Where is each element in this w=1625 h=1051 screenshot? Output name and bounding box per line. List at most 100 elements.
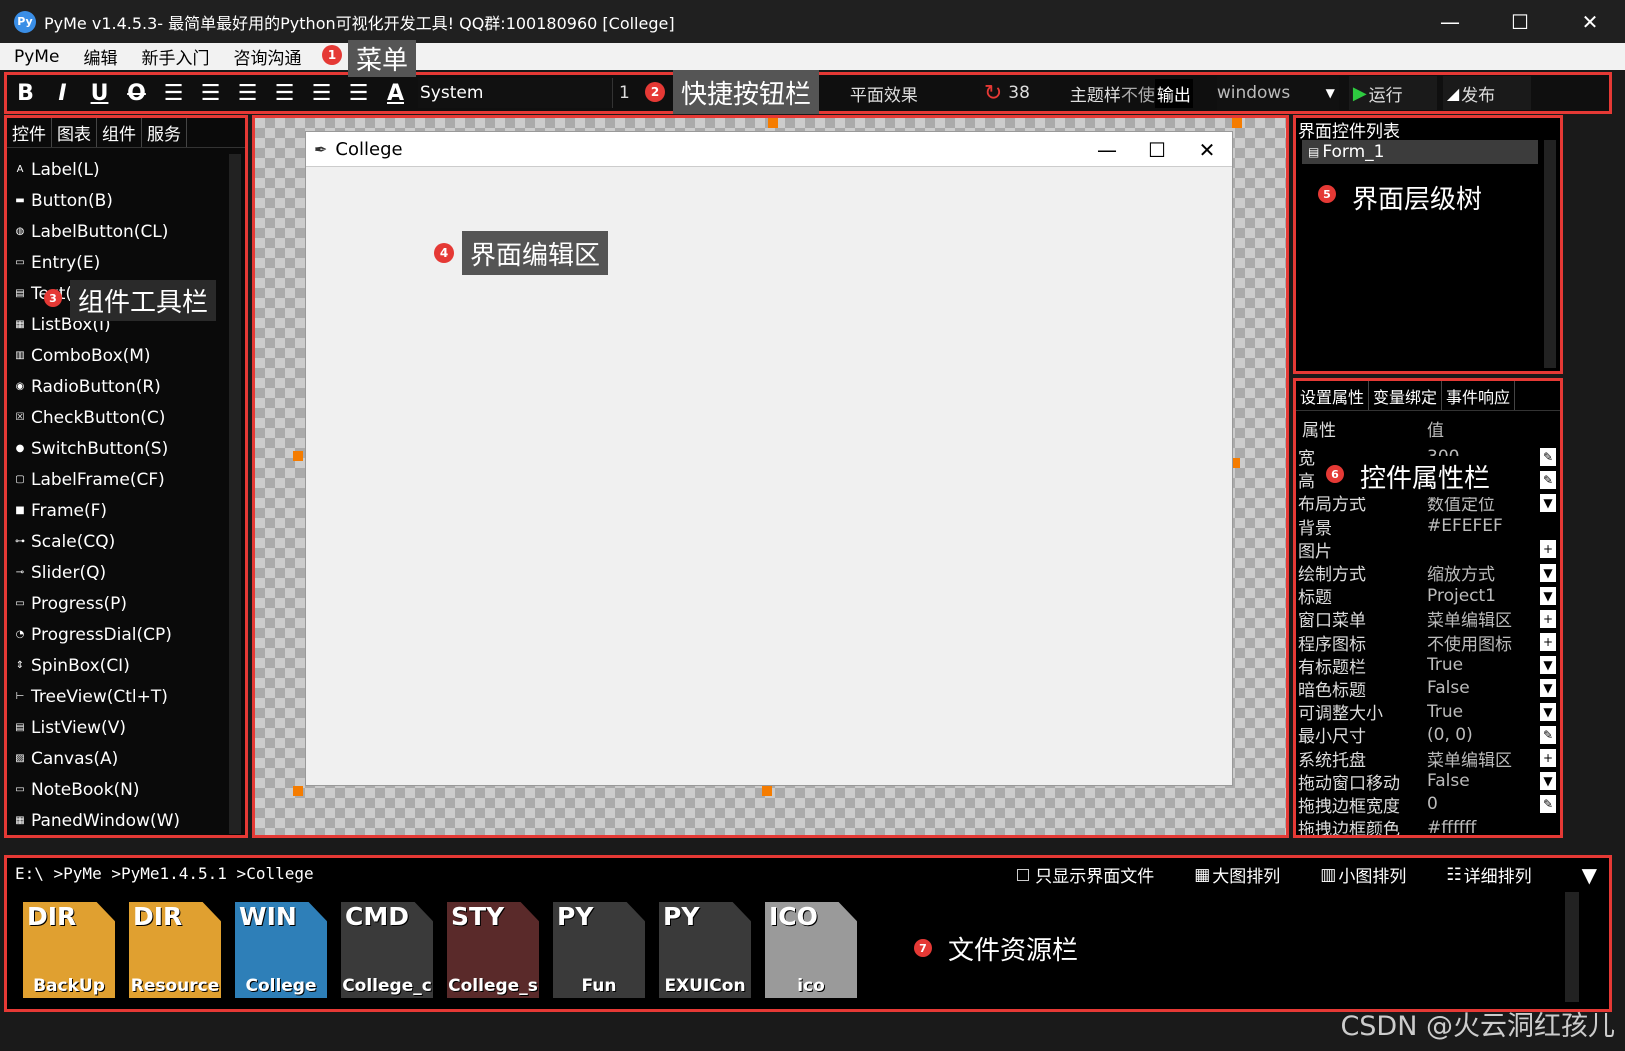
widget-item[interactable]: ⊶ Scale(CQ) xyxy=(7,526,245,557)
close-button[interactable]: ✕ xyxy=(1555,0,1625,43)
widget-item[interactable]: ▥ ComboBox(M) xyxy=(7,340,245,371)
widget-item[interactable]: ◔ ProgressDial(CP) xyxy=(7,619,245,650)
property-edit-button[interactable]: ✎ xyxy=(1540,447,1556,466)
property-edit-button[interactable]: + xyxy=(1540,540,1556,559)
file-tile[interactable]: WIN College xyxy=(235,902,327,998)
property-row[interactable]: 拖动窗口移动 False ▼ xyxy=(1296,770,1560,794)
property-edit-button[interactable]: ▼ xyxy=(1540,772,1556,791)
property-row[interactable]: 标题 Project1 ▼ xyxy=(1296,584,1560,608)
property-edit-button[interactable]: ✎ xyxy=(1540,795,1556,814)
property-row[interactable]: 绘制方式 缩放方式 ▼ xyxy=(1296,561,1560,585)
widget-item[interactable]: ▦ PanedWindow(W) xyxy=(7,805,245,836)
property-value[interactable]: (0, 0) xyxy=(1427,725,1537,745)
platform-select[interactable]: windows ▼ xyxy=(1216,76,1339,110)
small-icons-button[interactable]: ▥ 小图排列 xyxy=(1320,862,1406,888)
resize-handle-top[interactable] xyxy=(768,118,778,128)
run-button[interactable]: ▶ 运行 xyxy=(1348,76,1437,110)
resize-handle-top-right[interactable] xyxy=(1232,118,1242,128)
publish-button[interactable]: ◢ 发布 xyxy=(1442,76,1531,110)
form-window[interactable]: ✒ College — ☐ ✕ xyxy=(305,131,1233,786)
align-left-icon[interactable]: ☰ xyxy=(155,75,192,111)
file-tile[interactable]: PY EXUICon xyxy=(659,902,751,998)
property-edit-button[interactable]: ▼ xyxy=(1540,493,1556,512)
maximize-button[interactable]: ☐ xyxy=(1485,0,1555,43)
property-value[interactable]: 不使用图标 xyxy=(1427,630,1537,655)
theme-select[interactable]: 不使 xyxy=(1121,81,1155,106)
property-row[interactable]: 程序图标 不使用图标 + xyxy=(1296,630,1560,655)
resize-handle-bottom[interactable] xyxy=(762,786,772,796)
resize-handle-left[interactable] xyxy=(293,451,303,461)
font-family-select[interactable]: System xyxy=(418,78,613,108)
property-row[interactable]: 暗色标题 False ▼ xyxy=(1296,677,1560,701)
collapse-chevron-icon[interactable]: ▼ xyxy=(1582,863,1597,887)
menu-item-consult[interactable]: 咨询沟通 xyxy=(223,44,311,69)
widget-item[interactable]: ☒ CheckButton(C) xyxy=(7,402,245,433)
design-canvas[interactable]: ✒ College — ☐ ✕ xyxy=(252,115,1289,838)
effect-select[interactable]: 平面效果 xyxy=(850,81,960,106)
widget-item[interactable]: ◍ LabelButton(CL) xyxy=(7,216,245,247)
resize-handle-bottom-left[interactable] xyxy=(293,786,303,796)
widget-item[interactable]: ▨ Canvas(A) xyxy=(7,743,245,774)
widget-item[interactable]: ▭ NoteBook(N) xyxy=(7,774,245,805)
size-spinner[interactable]: ↻ 38 xyxy=(979,76,1050,110)
widget-item[interactable]: ● SwitchButton(S) xyxy=(7,433,245,464)
widget-item[interactable]: ▢ LabelFrame(CF) xyxy=(7,464,245,495)
file-tile[interactable]: DIR BackUp xyxy=(23,902,115,998)
italic-icon[interactable]: I xyxy=(44,75,81,111)
underline-icon[interactable]: U xyxy=(81,75,118,111)
widget-item[interactable]: A Label(L) xyxy=(7,154,245,185)
widget-item[interactable]: ▤ ListView(V) xyxy=(7,712,245,743)
property-row[interactable]: 拖拽边框宽度 0 ✎ xyxy=(1296,793,1560,817)
property-value[interactable]: 菜单编辑区 xyxy=(1427,606,1537,631)
widget-item[interactable]: ■ Frame(F) xyxy=(7,495,245,526)
bold-icon[interactable]: B xyxy=(7,75,44,111)
tab-components[interactable]: 组件 xyxy=(97,118,142,147)
align-right-icon[interactable]: ☰ xyxy=(229,75,266,111)
property-row[interactable]: 可调整大小 True ▼ xyxy=(1296,700,1560,724)
tree-scrollbar[interactable] xyxy=(1544,140,1556,368)
file-tile[interactable]: PY Fun xyxy=(553,902,645,998)
file-tile[interactable]: STY College_s xyxy=(447,902,539,998)
property-edit-button[interactable]: ▼ xyxy=(1540,702,1556,721)
property-row[interactable]: 有标题栏 True ▼ xyxy=(1296,654,1560,678)
menu-item-beginner[interactable]: 新手入门 xyxy=(131,44,219,69)
property-value[interactable]: True xyxy=(1427,702,1537,722)
property-row[interactable]: 拖拽边框颜色 #ffffff xyxy=(1296,816,1560,835)
property-row[interactable]: 图片 + xyxy=(1296,538,1560,562)
property-value[interactable]: False xyxy=(1427,771,1537,791)
property-edit-button[interactable]: ▼ xyxy=(1540,586,1556,605)
strikethrough-icon[interactable]: O xyxy=(118,75,155,111)
property-value[interactable]: False xyxy=(1427,678,1537,698)
property-value[interactable]: Project1 xyxy=(1427,586,1537,606)
property-edit-button[interactable]: + xyxy=(1540,749,1556,768)
file-tile[interactable]: CMD College_c xyxy=(341,902,433,998)
details-button[interactable]: ☷ 详细排列 xyxy=(1446,862,1531,888)
property-edit-button[interactable]: ▼ xyxy=(1540,656,1556,675)
property-value[interactable]: #ffffff xyxy=(1427,818,1537,835)
property-edit-button[interactable]: + xyxy=(1540,609,1556,628)
font-color-icon[interactable]: A xyxy=(377,75,414,111)
property-row[interactable]: 窗口菜单 菜单编辑区 + xyxy=(1296,606,1560,631)
widget-scrollbar[interactable] xyxy=(229,154,241,834)
menu-item-pyme[interactable]: PyMe xyxy=(4,47,69,67)
align-middle-icon[interactable]: ☰ xyxy=(303,75,340,111)
tab-services[interactable]: 服务 xyxy=(142,118,187,147)
property-row[interactable]: 背景 #EFEFEF xyxy=(1296,515,1560,539)
widget-item[interactable]: ◉ RadioButton(R) xyxy=(7,371,245,402)
widget-item[interactable]: ▭ Entry(E) xyxy=(7,247,245,278)
file-scrollbar[interactable] xyxy=(1565,892,1579,1002)
align-top-icon[interactable]: ☰ xyxy=(266,75,303,111)
property-value[interactable]: #EFEFEF xyxy=(1427,516,1537,536)
property-edit-button[interactable]: ✎ xyxy=(1540,725,1556,744)
widget-item[interactable]: ⊸ Slider(Q) xyxy=(7,557,245,588)
widget-item[interactable]: ▭ Progress(P) xyxy=(7,588,245,619)
menu-item-edit[interactable]: 编辑 xyxy=(73,44,127,69)
tab-controls[interactable]: 控件 xyxy=(7,118,52,147)
property-edit-button[interactable]: ✎ xyxy=(1540,470,1556,489)
only-ui-checkbox[interactable]: 只显示界面文件 xyxy=(1017,862,1154,887)
tab-properties[interactable]: 设置属性 xyxy=(1296,381,1370,410)
big-icons-button[interactable]: ▦ 大图排列 xyxy=(1194,862,1280,888)
font-size-value[interactable]: 1 xyxy=(619,83,630,103)
tab-charts[interactable]: 图表 xyxy=(52,118,97,147)
tab-bindings[interactable]: 变量绑定 xyxy=(1369,381,1443,410)
